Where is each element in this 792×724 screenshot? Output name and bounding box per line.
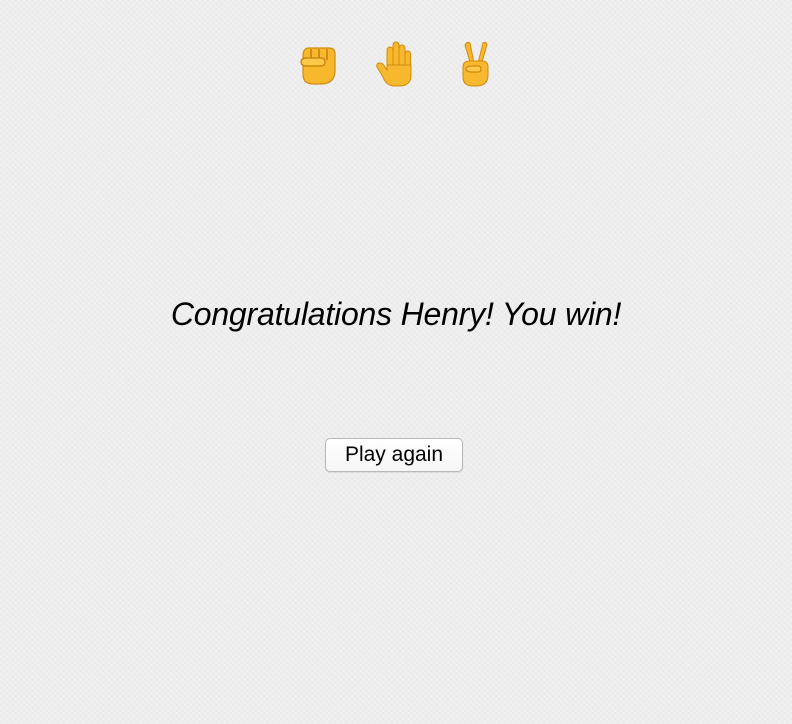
raised-fist-icon	[300, 47, 336, 85]
victory-hand-icon	[462, 41, 489, 87]
play-again-button[interactable]: Play again	[325, 438, 463, 472]
choice-row	[0, 38, 792, 90]
rock-choice[interactable]	[294, 38, 342, 90]
scissors-choice[interactable]	[450, 38, 498, 90]
paper-choice[interactable]	[372, 38, 420, 90]
raised-hand-icon	[376, 41, 412, 87]
result-message: Congratulations Henry! You win!	[170, 296, 622, 332]
